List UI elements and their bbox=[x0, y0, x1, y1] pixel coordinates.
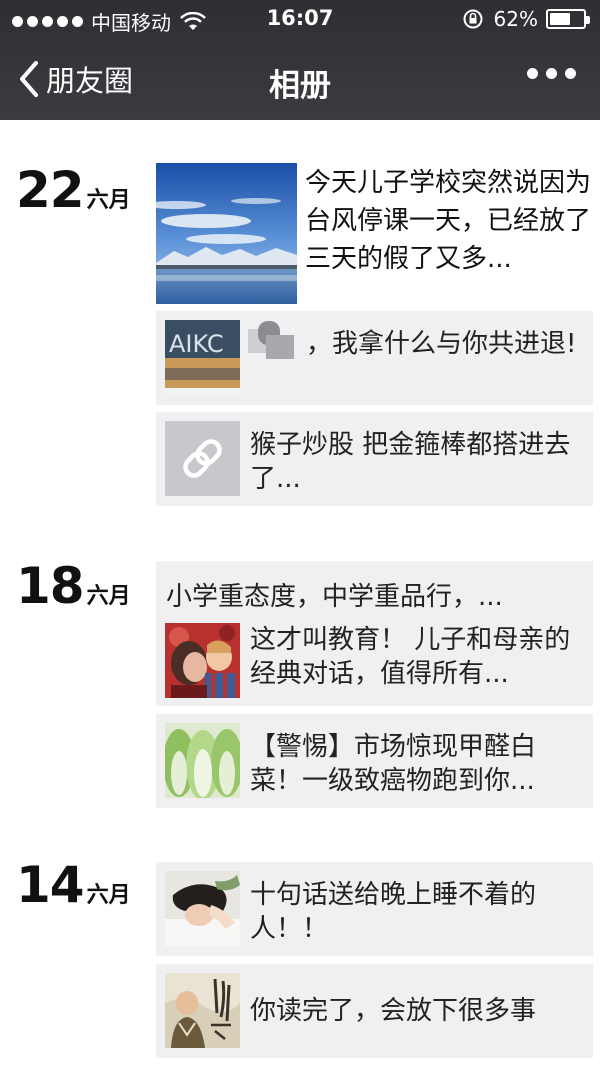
shared-link-card[interactable]: AIKC ，我拿什么与你共进退! bbox=[156, 311, 593, 405]
shared-link-card[interactable]: 【警惕】市场惊现甲醛白菜！一级致癌物跑到你... bbox=[156, 714, 593, 808]
shared-link-card[interactable]: 猴子炒股 把金箍棒都搭进去了... bbox=[156, 412, 593, 506]
shared-link-group[interactable]: 小学重态度，中学重品行，... 这才叫教育！ 儿子和母亲的经典对话，值得所有..… bbox=[156, 561, 593, 706]
date-day: 22 bbox=[16, 161, 85, 219]
nav-bar: 朋友圈 相册 bbox=[0, 40, 600, 120]
date-month: 六月 bbox=[86, 188, 131, 213]
page-title: 相册 bbox=[269, 68, 331, 104]
battery-icon bbox=[546, 9, 590, 29]
shared-image-thumbnail bbox=[165, 623, 240, 698]
shared-link-text: 【警惕】市场惊现甲醛白菜！一级致癌物跑到你... bbox=[250, 732, 537, 796]
shared-link-card[interactable]: 十句话送给晚上睡不着的人！！ bbox=[156, 862, 593, 956]
post-text[interactable]: 今天儿子学校突然说因为台风停课一天，已经放了三天的假了又多... bbox=[305, 164, 595, 278]
battery-percent: 62% bbox=[493, 7, 538, 31]
landscape-photo-icon bbox=[156, 163, 297, 304]
date-day: 18 bbox=[16, 557, 85, 615]
more-dots-icon[interactable] bbox=[527, 68, 576, 79]
shared-image-thumbnail bbox=[165, 973, 240, 1048]
shared-link-text: ，我拿什么与你共进退! bbox=[306, 329, 577, 359]
date-label: 14 六月 bbox=[16, 860, 131, 910]
photo-thumbnail[interactable] bbox=[156, 163, 297, 304]
date-label: 18 六月 bbox=[16, 561, 131, 611]
date-day: 14 bbox=[16, 856, 85, 914]
shared-image-thumbnail bbox=[165, 871, 240, 946]
shared-link-text: 十句话送给晚上睡不着的人！！ bbox=[250, 880, 537, 944]
shared-link-card[interactable]: 你读完了，会放下很多事 bbox=[156, 964, 593, 1058]
shared-image-thumbnail: AIKC bbox=[165, 320, 240, 395]
header: 中国移动 16:07 62% 朋友圈 相册 bbox=[0, 0, 600, 120]
shared-link-text: 你读完了，会放下很多事 bbox=[250, 996, 537, 1026]
rotation-lock-icon bbox=[463, 9, 483, 29]
status-bar: 中国移动 16:07 62% bbox=[0, 0, 600, 40]
date-month: 六月 bbox=[86, 883, 131, 908]
shared-link-text: 猴子炒股 把金箍棒都搭进去了... bbox=[250, 430, 571, 494]
link-icon bbox=[165, 421, 240, 496]
shared-image-thumbnail bbox=[165, 723, 240, 798]
shared-link-text: 这才叫教育！ 儿子和母亲的经典对话，值得所有... bbox=[250, 625, 571, 689]
group-title: 小学重态度，中学重品行，... bbox=[166, 582, 503, 612]
date-label: 22 六月 bbox=[16, 165, 131, 215]
date-month: 六月 bbox=[86, 584, 131, 609]
svg-text:AIKC: AIKC bbox=[169, 330, 224, 358]
